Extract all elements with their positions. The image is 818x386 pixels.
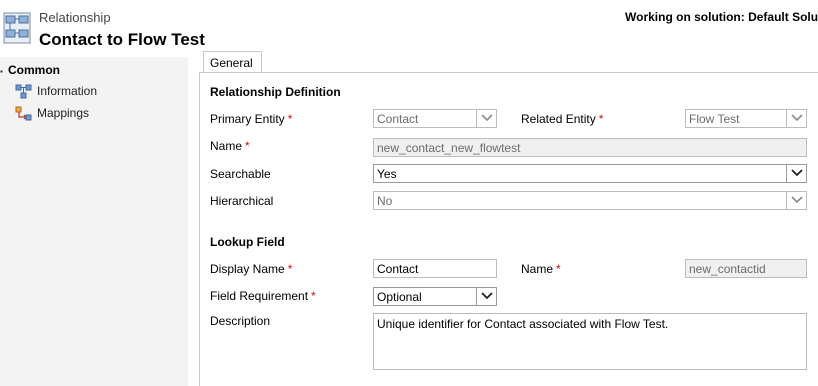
field-label-text: Name — [521, 262, 554, 276]
chevron-down-icon[interactable] — [786, 165, 806, 182]
required-indicator: * — [287, 262, 293, 276]
required-indicator: * — [598, 112, 604, 126]
hierarchical-label: Hierarchical — [210, 194, 274, 208]
field-requirement-label: Field Requirement * — [210, 289, 316, 303]
field-label-text: Field Requirement — [210, 289, 309, 303]
select-value: Optional — [377, 290, 422, 304]
primary-entity-select[interactable]: Contact — [373, 109, 497, 128]
relationship-name-field[interactable]: new_contact_new_flowtest — [373, 138, 807, 157]
searchable-select[interactable]: Yes — [373, 164, 807, 183]
nav-group-common[interactable]: Common — [8, 63, 60, 77]
relationship-icon — [15, 84, 32, 99]
tab-general[interactable]: General — [203, 51, 262, 72]
field-requirement-select[interactable]: Optional — [373, 287, 497, 306]
mappings-icon — [15, 106, 32, 121]
field-label-text: Name — [210, 139, 243, 153]
required-indicator: * — [287, 112, 293, 126]
form-left-border — [199, 72, 200, 386]
select-value: Yes — [377, 167, 397, 181]
chevron-down-icon[interactable] — [786, 110, 806, 127]
required-indicator: * — [556, 262, 561, 276]
nav-item-label: Mappings — [37, 106, 90, 120]
description-label: Description — [210, 314, 271, 328]
chevron-down-icon[interactable] — [476, 110, 496, 127]
chevron-down-icon[interactable] — [786, 192, 806, 209]
nav-item-label: Information — [37, 84, 98, 98]
display-name-label: Display Name * — [210, 262, 292, 276]
section-title-relationship-definition: Relationship Definition — [210, 85, 341, 99]
chevron-down-icon[interactable] — [476, 288, 496, 305]
collapse-icon[interactable]: ▪ — [0, 67, 3, 76]
lookup-name-field[interactable]: new_contactid — [685, 259, 807, 278]
select-value: No — [377, 194, 393, 208]
select-value: Flow Test — [689, 112, 740, 126]
related-entity-label: Related Entity * — [521, 112, 603, 126]
field-label-text: Display Name — [210, 262, 285, 276]
display-name-field[interactable]: Contact — [373, 259, 497, 278]
description-textarea[interactable]: Unique identifier for Contact associated… — [373, 313, 807, 370]
page-title: Contact to Flow Test — [39, 30, 205, 49]
required-indicator: * — [311, 289, 316, 303]
solution-label: Working on solution: Default Soluti — [625, 10, 818, 24]
required-indicator: * — [245, 139, 250, 153]
field-label-text: Related Entity — [521, 112, 596, 126]
hierarchical-select[interactable]: No — [373, 191, 807, 210]
related-entity-select[interactable]: Flow Test — [685, 109, 807, 128]
lookup-name-label: Name * — [521, 262, 561, 276]
section-title-lookup-field: Lookup Field — [210, 235, 285, 249]
name-label: Name * — [210, 139, 250, 153]
primary-entity-label: Primary Entity * — [210, 112, 292, 126]
field-label-text: Primary Entity — [210, 112, 285, 126]
select-value: Contact — [377, 112, 419, 126]
tab-underline — [200, 72, 818, 73]
breadcrumb: Relationship — [39, 10, 111, 25]
relationship-entity-icon — [3, 12, 31, 44]
searchable-label: Searchable — [210, 167, 271, 181]
